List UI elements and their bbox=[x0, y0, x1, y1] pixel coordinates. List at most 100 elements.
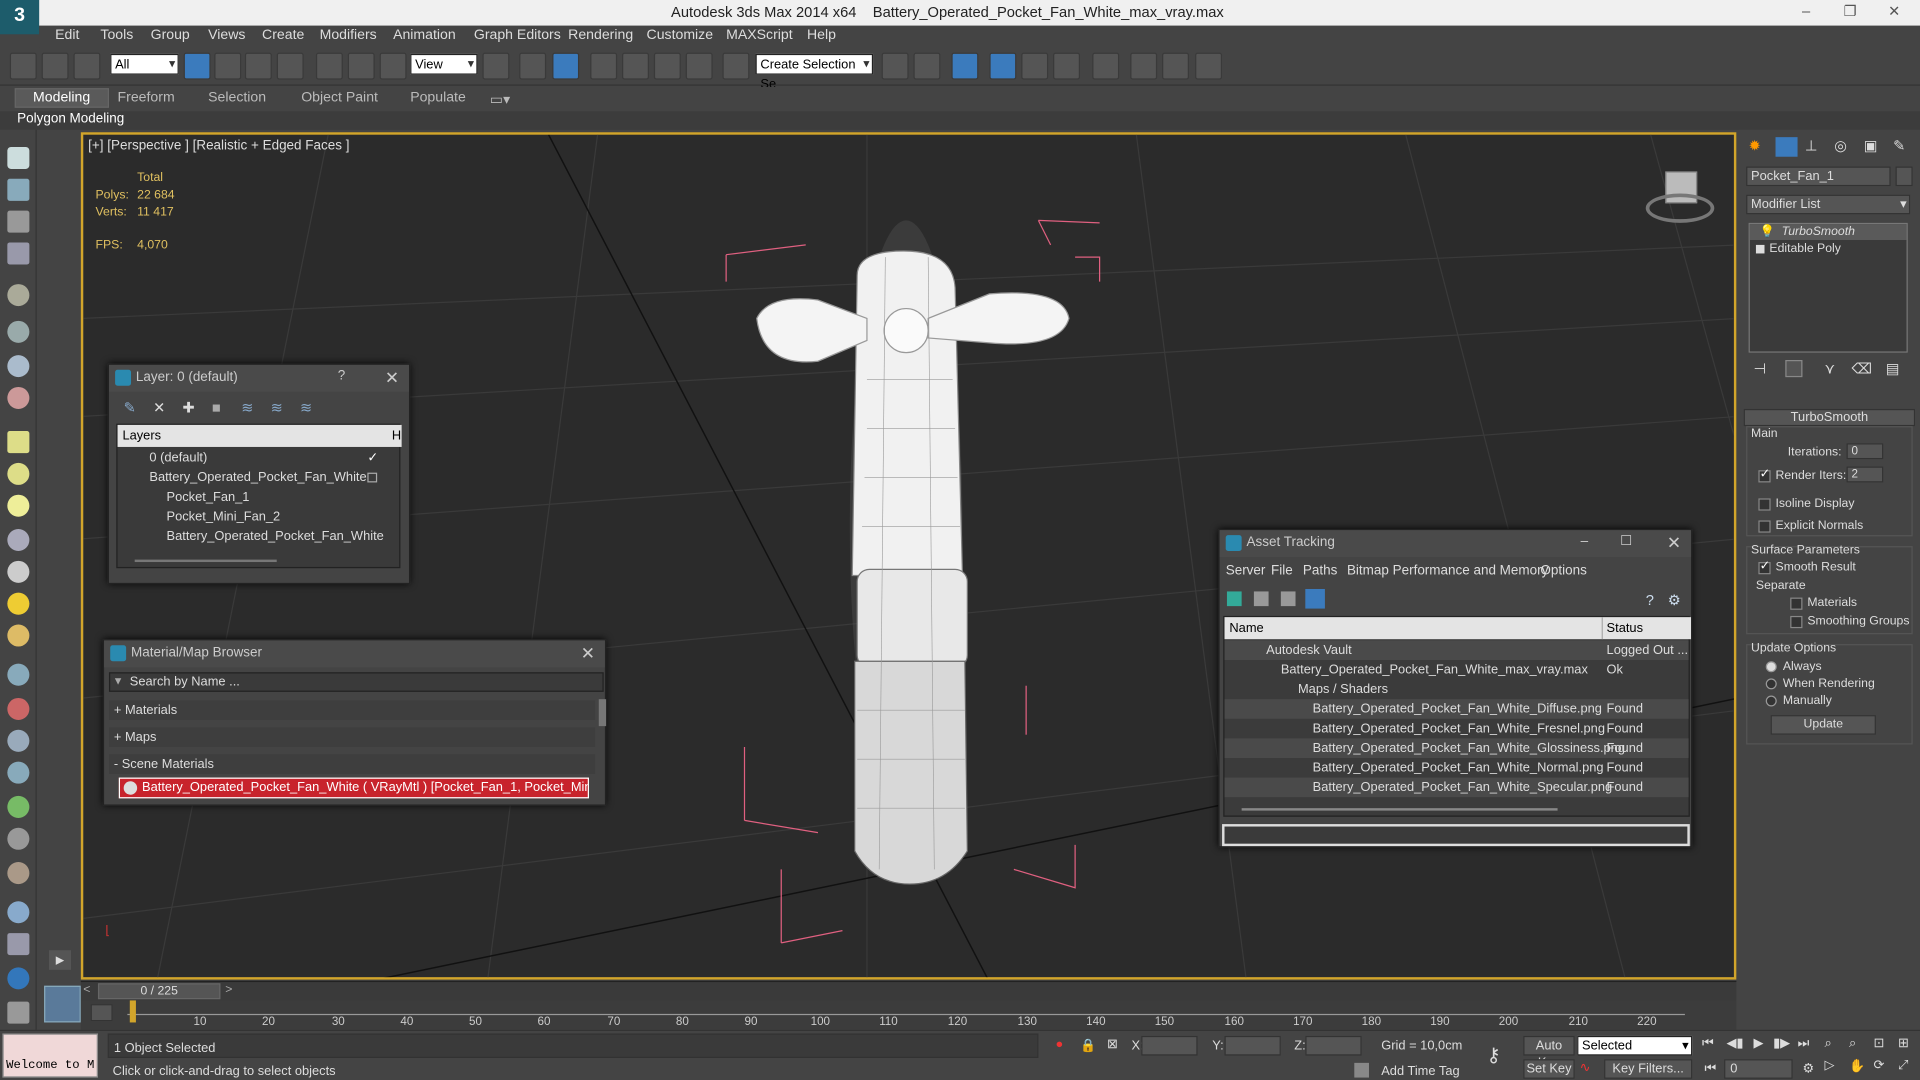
key-filters-button[interactable]: Key Filters... bbox=[1604, 1059, 1693, 1079]
display-tab-icon[interactable]: ▣ bbox=[1864, 137, 1878, 154]
add-time-tag[interactable]: Add Time Tag bbox=[1381, 1064, 1459, 1079]
previous-frame-icon[interactable]: ◀▮ bbox=[1727, 1036, 1744, 1051]
vertical-scrollbar[interactable] bbox=[598, 699, 607, 727]
create-layer-icon[interactable]: ✎ bbox=[124, 399, 136, 416]
isoline-display-checkbox[interactable] bbox=[1758, 498, 1771, 511]
menu-customize[interactable]: Customize bbox=[647, 28, 714, 43]
when-rendering-radio[interactable] bbox=[1765, 678, 1777, 690]
auto-key-button[interactable]: Auto Key bbox=[1523, 1035, 1575, 1070]
key-icon[interactable]: ⚷ bbox=[1487, 1043, 1501, 1067]
expand-icon[interactable] bbox=[1755, 244, 1765, 254]
modify-tab-icon[interactable] bbox=[1775, 137, 1798, 157]
select-object-icon[interactable] bbox=[183, 52, 211, 80]
orbit-icon[interactable]: ⟳ bbox=[1873, 1058, 1884, 1073]
mini-viewport-icon[interactable] bbox=[44, 985, 81, 1023]
stack-item-editable-poly[interactable]: Editable Poly bbox=[1750, 241, 1907, 257]
menu-create[interactable]: Create bbox=[262, 28, 304, 43]
tab-populate[interactable]: Populate bbox=[410, 91, 466, 106]
ribbon-options-icon[interactable]: ▭▾ bbox=[490, 91, 510, 108]
viewport-label[interactable]: [+] [Perspective ] [Realistic + Edged Fa… bbox=[88, 138, 349, 153]
show-end-result-icon[interactable] bbox=[1785, 360, 1803, 378]
gear-icon[interactable] bbox=[7, 761, 30, 784]
cloth-icon[interactable] bbox=[7, 697, 30, 721]
y-coordinate-field[interactable] bbox=[1224, 1035, 1281, 1056]
graphite-tools-icon[interactable] bbox=[1021, 52, 1049, 80]
asset-tracking-header[interactable]: Asset Tracking – ☐ ✕ bbox=[1219, 530, 1692, 558]
render-production-icon[interactable] bbox=[1195, 52, 1223, 80]
set-key-icon[interactable]: ∿ bbox=[1580, 1060, 1591, 1075]
highlight-layer-icon[interactable]: ≋ bbox=[241, 399, 253, 416]
schematic-view-icon[interactable] bbox=[1092, 52, 1120, 80]
snaps-toggle-icon[interactable] bbox=[590, 52, 618, 80]
bind-space-warp-icon[interactable] bbox=[73, 52, 101, 80]
named-selection-sets-select[interactable]: Create Selection Se bbox=[755, 53, 874, 92]
grid-helper-icon[interactable] bbox=[7, 729, 30, 752]
restore-button[interactable]: ❐ bbox=[1832, 2, 1869, 19]
window-crossing-icon[interactable] bbox=[276, 52, 304, 80]
menu-file[interactable]: File bbox=[1271, 563, 1293, 578]
hide-toggle[interactable] bbox=[367, 472, 378, 483]
expand-arrow-icon[interactable]: ▶ bbox=[48, 950, 72, 970]
edit-named-selection-icon[interactable] bbox=[722, 52, 750, 80]
script-icon[interactable] bbox=[7, 933, 30, 956]
asset-row[interactable]: Battery_Operated_Pocket_Fan_White_max_vr… bbox=[1225, 660, 1689, 680]
render-iters-checkbox[interactable] bbox=[1758, 468, 1771, 483]
add-to-layer-icon[interactable]: ✚ bbox=[182, 399, 194, 416]
menu-help[interactable]: Help bbox=[807, 28, 836, 43]
update-button[interactable]: Update bbox=[1770, 715, 1876, 735]
keyboard-shortcut-override-icon[interactable] bbox=[552, 52, 580, 80]
globe-icon[interactable] bbox=[7, 901, 30, 924]
menu-options[interactable]: Options bbox=[1540, 563, 1586, 578]
asset-row[interactable]: Maps / Shaders bbox=[1225, 680, 1689, 700]
particles-icon[interactable] bbox=[7, 386, 30, 409]
camera-icon[interactable] bbox=[7, 320, 30, 343]
menu-views[interactable]: Views bbox=[208, 28, 245, 43]
motion-tab-icon[interactable]: ◎ bbox=[1834, 137, 1847, 154]
hierarchy-tab-icon[interactable]: ⊥ bbox=[1805, 137, 1818, 154]
menu-animation[interactable]: Animation bbox=[393, 28, 456, 43]
fan-model[interactable] bbox=[756, 220, 1070, 885]
select-by-name-icon[interactable] bbox=[214, 52, 242, 80]
remove-modifier-icon[interactable]: ⌫ bbox=[1851, 360, 1872, 377]
layer-dialog-close-button[interactable]: ✕ bbox=[385, 367, 399, 388]
maximize-viewport-icon[interactable]: ⤢ bbox=[1898, 1058, 1908, 1074]
move-icon[interactable] bbox=[315, 52, 343, 80]
link-icon[interactable] bbox=[9, 52, 37, 80]
search-options-icon[interactable]: ▼ bbox=[113, 675, 124, 687]
helper-icon[interactable] bbox=[7, 355, 30, 378]
prev-frame-arrow-icon[interactable]: < bbox=[83, 983, 90, 996]
asset-row[interactable]: Battery_Operated_Pocket_Fan_White_Specul… bbox=[1224, 777, 1689, 798]
current-frame-marker[interactable] bbox=[129, 1000, 136, 1023]
next-frame-icon[interactable]: ▮▶ bbox=[1773, 1036, 1790, 1051]
time-slider-thumb[interactable]: 0 / 225 bbox=[97, 983, 221, 1000]
stack-item-turbosmooth[interactable]: 💡 TurboSmooth bbox=[1749, 224, 1907, 241]
layer-row[interactable]: Pocket_Mini_Fan_2 bbox=[118, 507, 400, 527]
hf-icon[interactable] bbox=[7, 827, 30, 850]
key-mode-select[interactable]: Selected ▾ bbox=[1577, 1035, 1693, 1056]
asset-row[interactable]: Battery_Operated_Pocket_Fan_White_Fresne… bbox=[1225, 719, 1689, 739]
material-ball-icon[interactable] bbox=[7, 862, 30, 885]
viewcube-icon[interactable] bbox=[1645, 171, 1715, 227]
angle-snap-icon[interactable] bbox=[622, 52, 649, 80]
go-to-start-icon[interactable]: ⏮ bbox=[1702, 1036, 1714, 1052]
column-hide[interactable]: H bbox=[392, 429, 401, 444]
pivot-center-icon[interactable] bbox=[482, 52, 510, 80]
menu-bitmap-performance[interactable]: Bitmap Performance and Memory bbox=[1347, 563, 1548, 578]
rectangular-selection-icon[interactable] bbox=[244, 52, 272, 80]
object-color-swatch[interactable] bbox=[1895, 166, 1913, 187]
help-icon[interactable]: ? bbox=[1646, 591, 1654, 608]
next-frame-arrow-icon[interactable]: > bbox=[225, 983, 232, 996]
zoom-extents-icon[interactable]: ⊡ bbox=[1873, 1036, 1884, 1051]
field-of-view-icon[interactable]: ▷ bbox=[1825, 1058, 1835, 1073]
asset-row[interactable]: Battery_Operated_Pocket_Fan_White_Normal… bbox=[1225, 758, 1689, 778]
column-status[interactable]: Status bbox=[1607, 621, 1643, 636]
lightbulb-icon[interactable] bbox=[7, 284, 30, 307]
dome-icon[interactable] bbox=[7, 462, 30, 485]
play-icon[interactable]: ▶ bbox=[1753, 1036, 1763, 1051]
spinner-snap-icon[interactable] bbox=[685, 52, 713, 80]
group-maps[interactable]: + Maps bbox=[108, 727, 596, 747]
explicit-normals-checkbox[interactable] bbox=[1758, 520, 1771, 533]
time-tag-icon[interactable] bbox=[1354, 1062, 1369, 1078]
utilities-tab-icon[interactable]: ✎ bbox=[1893, 137, 1905, 154]
scene-explorer-icon[interactable] bbox=[7, 210, 30, 233]
